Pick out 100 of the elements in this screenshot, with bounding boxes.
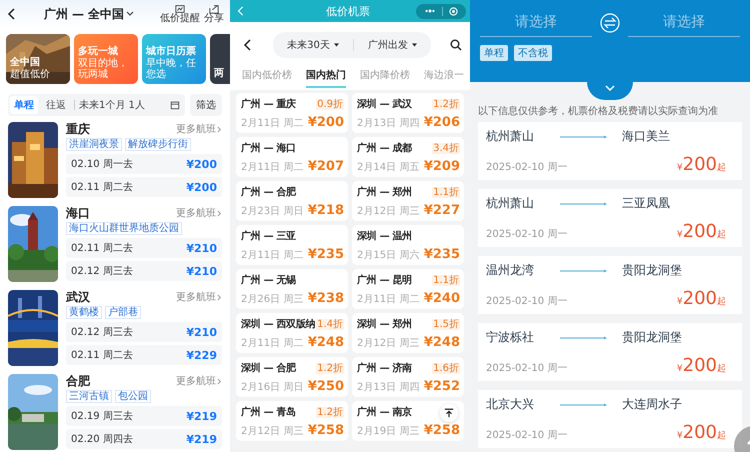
- caret-icon[interactable]: [412, 43, 417, 47]
- deal-card[interactable]: 广州 — 海口 2月11日 周二 ¥207: [236, 137, 348, 177]
- price-alert-button[interactable]: 低价提醒: [160, 4, 200, 24]
- date-option[interactable]: 02.12 周三去 ¥210: [66, 261, 222, 281]
- departure-airport: 杭州萧山: [486, 195, 535, 212]
- date-option[interactable]: 02.12 周三去 ¥210: [66, 322, 222, 342]
- capsule-menu[interactable]: [416, 4, 466, 18]
- date-option[interactable]: 02.10 周一去 ¥200: [66, 154, 222, 174]
- chevron-icon[interactable]: [217, 378, 222, 384]
- deal-card[interactable]: 广州 — 合肥 2月23日 周日 ¥218: [236, 181, 348, 221]
- more-flights-link[interactable]: 更多航班: [176, 290, 222, 304]
- deal-card[interactable]: 广州 — 三亚 2月11日 周二 ¥235: [236, 225, 348, 265]
- deal-card[interactable]: 深圳 — 西双版纳 1.4折 2月11日 周二 ¥248: [236, 313, 348, 353]
- date-option[interactable]: 02.11 周二去 ¥229: [66, 345, 222, 365]
- more-flights-link[interactable]: 更多航班: [176, 122, 222, 136]
- promo-title: 城市日历票: [146, 46, 197, 58]
- discount-badge: 1.6折: [432, 362, 460, 374]
- arrival-airport: 海口美兰: [622, 128, 671, 145]
- city-name: 海口: [66, 206, 90, 220]
- flight-date: 2月12日 周三: [241, 424, 304, 438]
- chevron-down-icon[interactable]: [605, 85, 615, 91]
- route-card[interactable]: 杭州萧山 三亚凤凰 2025-02-10 周一 ¥200起: [478, 189, 742, 247]
- route-text: 广州 — 济南: [357, 361, 412, 375]
- more-flights-link[interactable]: 更多航班: [176, 206, 222, 220]
- category-tab[interactable]: 国内热门: [306, 68, 346, 88]
- arrival-airport: 贵阳龙洞堡: [622, 329, 682, 346]
- chevron-icon[interactable]: [217, 294, 222, 300]
- chevron-icon[interactable]: [217, 210, 222, 216]
- chevron-icon[interactable]: [217, 126, 222, 132]
- date-field[interactable]: 未来1个月 1人: [79, 98, 166, 112]
- discount-badge: 1.1折: [432, 274, 460, 286]
- route-card[interactable]: 温州龙湾 贵阳龙洞堡 2025-02-10 周一 ¥200起: [478, 256, 742, 314]
- calendar-icon[interactable]: [170, 100, 180, 110]
- date-option[interactable]: 02.20 周四去 ¥219: [66, 429, 222, 449]
- route-card[interactable]: 北京大兴 大连周水子 2025-02-10 周一 ¥200起: [478, 390, 742, 448]
- date-option[interactable]: 02.19 周三去 ¥219: [66, 406, 222, 426]
- more-icon[interactable]: [424, 8, 436, 14]
- deal-card[interactable]: 广州 — 重庆 0.9折 2月11日 周二 ¥200: [236, 93, 348, 133]
- deal-card[interactable]: 深圳 — 郑州 1.5折 2月12日 周三 ¥248: [352, 313, 464, 353]
- arrow-up-icon[interactable]: [444, 408, 454, 418]
- promo-subtitle: 双目的地，玩两城: [78, 58, 129, 80]
- trip-type-tab[interactable]: 往返: [42, 96, 70, 114]
- filter-button[interactable]: 筛选: [190, 94, 222, 116]
- arrival-field[interactable]: 请选择: [628, 8, 740, 37]
- deal-card[interactable]: 深圳 — 武汉 1.2折 2月13日 周四 ¥206: [352, 93, 464, 133]
- flight-date: 2月11日 周二: [241, 116, 304, 130]
- date-dropdown[interactable]: 未来30天: [283, 36, 343, 54]
- promo-card[interactable]: 全中国 超值低价: [6, 34, 70, 84]
- departure-field[interactable]: 请选择: [480, 8, 592, 37]
- departure-airport: 北京大兴: [486, 396, 535, 413]
- price-text: ¥258: [424, 423, 460, 438]
- promo-title: 多玩一城: [78, 46, 119, 58]
- page-title: 低价机票: [325, 4, 371, 18]
- promo-card[interactable]: 两: [210, 34, 230, 84]
- deal-card[interactable]: 深圳 — 合肥 1.2折 2月16日 周日 ¥250: [236, 357, 348, 397]
- route-card[interactable]: 杭州萧山 海口美兰 2025-02-10 周一 ¥200起: [478, 122, 742, 180]
- flight-date: 2月11日 周二: [241, 160, 304, 174]
- share-button[interactable]: 分享: [204, 4, 224, 24]
- price-text: ¥200起: [676, 357, 726, 375]
- price-text: ¥258: [308, 423, 344, 438]
- swap-icon[interactable]: [600, 12, 620, 32]
- flight-date: 2月16日 周日: [241, 380, 304, 394]
- deal-card[interactable]: 广州 — 南京 2月19日 周三 ¥258: [352, 401, 464, 441]
- price-text: ¥200起: [676, 223, 726, 241]
- discount-badge: 0.9折: [316, 98, 344, 110]
- price-text: ¥206: [424, 115, 460, 130]
- price-text: ¥235: [424, 247, 460, 262]
- origin-dropdown[interactable]: 广州出发: [364, 36, 421, 54]
- date-option[interactable]: 02.11 周二去 ¥210: [66, 238, 222, 258]
- search-icon[interactable]: [450, 39, 462, 51]
- route-title[interactable]: 广州 — 全中国: [44, 6, 124, 22]
- promo-subtitle: 超值低价: [10, 69, 51, 80]
- date-option[interactable]: 02.11 周二去 ¥200: [66, 177, 222, 197]
- deal-card[interactable]: 广州 — 昆明 1.1折 2月11日 周二 ¥240: [352, 269, 464, 309]
- route-card[interactable]: 宁波栎社 贵阳龙洞堡 2025-02-10 周一 ¥200起: [478, 323, 742, 381]
- caret-icon[interactable]: [126, 11, 134, 17]
- trip-type-tab[interactable]: 单程: [10, 96, 38, 114]
- caret-icon[interactable]: [334, 43, 339, 47]
- deal-card[interactable]: 广州 — 济南 1.6折 2月13日 周四 ¥252: [352, 357, 464, 397]
- more-flights-link[interactable]: 更多航班: [176, 374, 222, 388]
- promo-title: 全中国: [10, 57, 41, 68]
- back-to-top-button[interactable]: [440, 404, 458, 422]
- deal-card[interactable]: 广州 — 青岛 1.2折 2月12日 周三 ¥258: [236, 401, 348, 441]
- discount-badge: 1.5折: [432, 318, 460, 330]
- option-tag[interactable]: 不含税: [514, 45, 552, 61]
- route-text: 广州 — 无锡: [241, 273, 296, 287]
- price-text: ¥200起: [676, 424, 726, 442]
- deal-card[interactable]: 深圳 — 温州 2月15日 周六 ¥235: [352, 225, 464, 265]
- target-icon[interactable]: [449, 6, 458, 16]
- deal-card[interactable]: 广州 — 无锡 2月26日 周三 ¥238: [236, 269, 348, 309]
- deal-card[interactable]: 广州 — 郑州 1.1折 2月12日 周三 ¥227: [352, 181, 464, 221]
- option-tag[interactable]: 单程: [480, 45, 508, 61]
- arrow-icon: [560, 134, 608, 138]
- share-icon[interactable]: [209, 4, 219, 14]
- promo-subtitle: 早中晚，任您选: [146, 58, 197, 80]
- deal-card[interactable]: 广州 — 成都 3.4折 2月14日 周五 ¥209: [352, 137, 464, 177]
- flight-date: 2025-02-10 周一: [486, 228, 568, 241]
- expand-button[interactable]: [587, 82, 633, 100]
- chart-icon[interactable]: [175, 4, 185, 14]
- flight-date: 2月13日 周四: [357, 116, 420, 130]
